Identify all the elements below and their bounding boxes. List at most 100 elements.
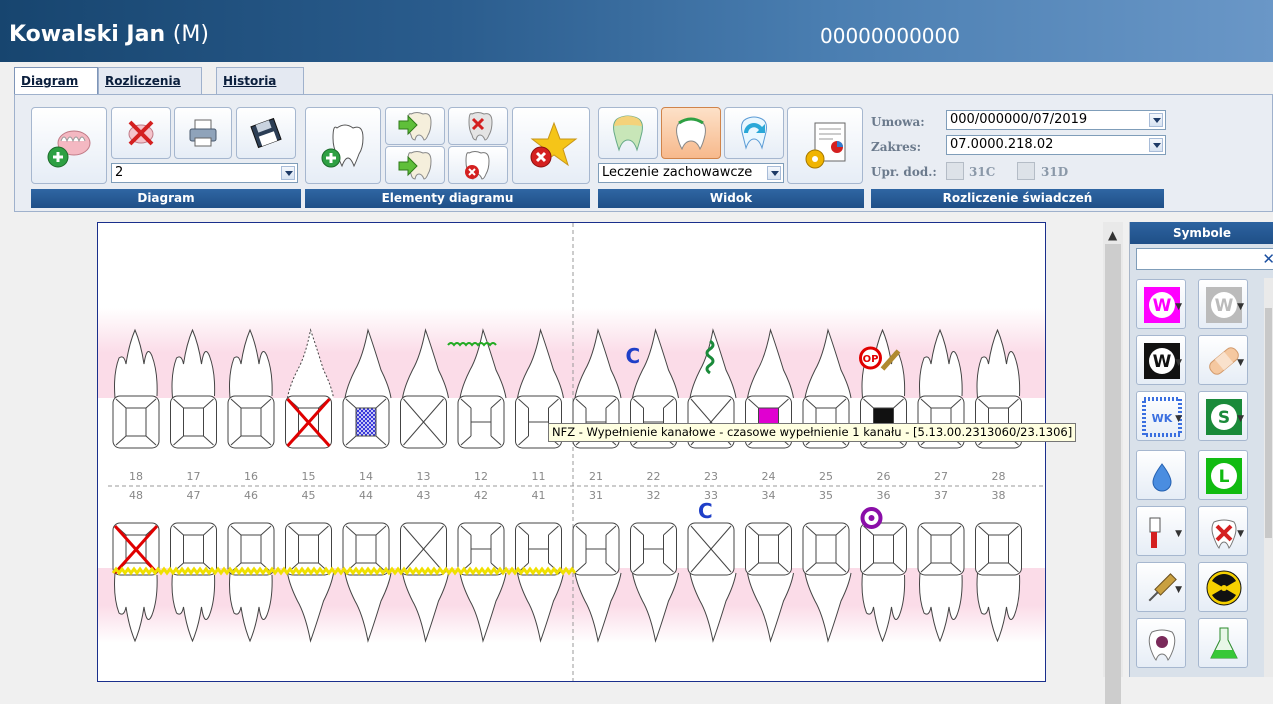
- clear-search-icon[interactable]: ✕: [1262, 250, 1273, 268]
- tooth-number-upper: 23: [704, 470, 718, 483]
- dental-diagram[interactable]: 18 17 16 15 14 13 12 11 21 22 23 24 25 26 27 28 48 47 46 45…: [97, 222, 1046, 682]
- dental-chart-svg[interactable]: 18 17 16 15 14 13 12 11 21 22 23 24 25 26 27 28 48 47 46 45…: [98, 223, 1046, 682]
- tooth-remove-icon: [465, 151, 490, 180]
- title-bar: Kowalski Jan (M) 00000000000: [0, 0, 1273, 62]
- chevron-down-icon[interactable]: ▼: [1237, 414, 1244, 424]
- symbol-drop-button[interactable]: [1136, 450, 1186, 500]
- tooth-add-icon: [321, 124, 364, 167]
- tooth-skull-icon: [1148, 629, 1176, 661]
- tooth-number-upper: 18: [129, 470, 143, 483]
- crown-occlusal: [815, 534, 837, 564]
- tab-rozliczenia[interactable]: Rozliczenia: [98, 67, 202, 94]
- group-label-elements: Elementy diagramu: [305, 189, 590, 208]
- chevron-down-icon[interactable]: [1149, 138, 1163, 152]
- delete-element-button[interactable]: [512, 107, 590, 184]
- tooth-number-lower: 48: [129, 489, 143, 502]
- view-mode-select[interactable]: Leczenie zachowawcze: [598, 163, 784, 183]
- tooth-arrow-right-icon: [398, 112, 432, 141]
- chevron-down-icon[interactable]: ▼: [1175, 585, 1182, 595]
- tooth-number-upper: 22: [647, 470, 661, 483]
- remove-tooth-button[interactable]: [448, 146, 508, 184]
- tooltip: NFZ - Wypełnienie kanałowe - czasowe wyp…: [548, 423, 1077, 442]
- symbol-w-black-button[interactable]: W ▼: [1136, 335, 1186, 385]
- symbol-wk-blue-button[interactable]: WK ▼: [1136, 391, 1186, 441]
- group-label-diagram: Diagram: [31, 189, 301, 208]
- insert-tooth-before-button[interactable]: [385, 107, 445, 145]
- symbol-s-green-button[interactable]: S ▼: [1198, 391, 1248, 441]
- tooth-number-lower: 37: [934, 489, 948, 502]
- chevron-down-icon[interactable]: ▼: [1237, 358, 1244, 368]
- delete-tooth-button[interactable]: [448, 107, 508, 145]
- zakres-value: 07.0000.218.02: [950, 137, 1054, 152]
- chevron-down-icon[interactable]: ▼: [1237, 302, 1244, 312]
- tooth-number-lower: 41: [532, 489, 546, 502]
- tooth-delete-icon: [468, 112, 493, 141]
- symbol-tooth-x-button[interactable]: ▼: [1198, 506, 1248, 556]
- symbol-toothbrush-button[interactable]: ▼: [1136, 506, 1186, 556]
- tooth-treatment-icon: [676, 117, 706, 151]
- symbol-w-gray-button[interactable]: W ▼: [1198, 279, 1248, 329]
- symbols-scrollbar[interactable]: [1264, 278, 1273, 677]
- tab-historia[interactable]: Historia: [216, 67, 304, 94]
- chevron-down-icon[interactable]: ▼: [1175, 529, 1182, 539]
- insert-tooth-after-button[interactable]: [385, 146, 445, 184]
- diagram-scrollbar[interactable]: ▲: [1103, 222, 1123, 704]
- chevron-down-icon[interactable]: ▼: [1175, 358, 1182, 368]
- diagram-number-select[interactable]: 2: [111, 163, 298, 183]
- symbol-search-input[interactable]: ✕: [1136, 248, 1273, 270]
- symbol-w-magenta-button[interactable]: W ▼: [1136, 279, 1186, 329]
- print-button[interactable]: [174, 107, 232, 159]
- radiation-icon: [1206, 570, 1242, 606]
- save-button[interactable]: [236, 107, 296, 159]
- symbol-syringe-button[interactable]: ▼: [1136, 562, 1186, 612]
- chevron-down-icon[interactable]: ▼: [1175, 414, 1182, 424]
- umowa-label: Umowa:: [871, 115, 925, 129]
- upr-31c-checkbox[interactable]: [946, 162, 964, 180]
- symbol-tooth-skull-button[interactable]: [1136, 618, 1186, 668]
- symbol-bandage-button[interactable]: ▼: [1198, 335, 1248, 385]
- umowa-select[interactable]: 000/000000/07/2019: [946, 110, 1166, 130]
- new-diagram-button[interactable]: [31, 107, 107, 184]
- upr-31c-label: 31C: [969, 165, 996, 179]
- tooth-number-lower: 42: [474, 489, 488, 502]
- delete-diagram-button[interactable]: [111, 107, 171, 159]
- symbols-scrollbar-thumb[interactable]: [1265, 308, 1272, 538]
- svg-text:L: L: [1219, 467, 1230, 487]
- caries-mark-upper: C: [626, 344, 641, 368]
- symbols-panel: Symbole ✕ W ▼ W ▼ W ▼ ▼ WK ▼ S ▼ L ▼ ▼ ▼: [1129, 222, 1273, 677]
- svg-text:WK: WK: [1152, 412, 1173, 425]
- tooth-number-lower: 38: [992, 489, 1006, 502]
- crown-occlusal: [988, 534, 1009, 564]
- scrollbar-thumb[interactable]: [1105, 244, 1121, 704]
- tooth-color-icon: [613, 115, 643, 152]
- scroll-up-icon[interactable]: ▲: [1108, 228, 1117, 242]
- tooth-number-upper: 12: [474, 470, 488, 483]
- crown-occlusal: [125, 407, 147, 437]
- floppy-disk-icon: [250, 117, 282, 149]
- crown-occlusal: [758, 534, 779, 564]
- symbol-l-green-button[interactable]: L: [1198, 450, 1248, 500]
- umowa-value: 000/000000/07/2019: [950, 112, 1088, 127]
- add-tooth-button[interactable]: [305, 107, 381, 184]
- chevron-down-icon[interactable]: [767, 166, 781, 180]
- view-color-button[interactable]: [598, 107, 658, 159]
- symbol-radiation-button[interactable]: [1198, 562, 1248, 612]
- tab-diagram[interactable]: Diagram: [14, 67, 98, 96]
- drop-icon: [1152, 463, 1172, 492]
- crown-occlusal: [240, 534, 262, 564]
- chevron-down-icon[interactable]: [1149, 113, 1163, 127]
- zakres-select[interactable]: 07.0000.218.02: [946, 135, 1166, 155]
- chevron-down-icon[interactable]: ▼: [1237, 529, 1244, 539]
- view-refresh-button[interactable]: [724, 107, 784, 159]
- view-treatment-button[interactable]: [661, 107, 721, 159]
- crown-occlusal: [355, 534, 377, 564]
- tooth-number-upper: 14: [359, 470, 373, 483]
- chevron-down-icon[interactable]: ▼: [1175, 302, 1182, 312]
- symbol-flask-button[interactable]: [1198, 618, 1248, 668]
- patient-sex: (M): [172, 22, 209, 47]
- diagram-number-value: 2: [115, 165, 124, 180]
- crown-occlusal: [873, 534, 894, 564]
- report-settings-button[interactable]: [787, 107, 863, 184]
- upr-31d-checkbox[interactable]: [1017, 162, 1035, 180]
- chevron-down-icon[interactable]: [281, 166, 295, 180]
